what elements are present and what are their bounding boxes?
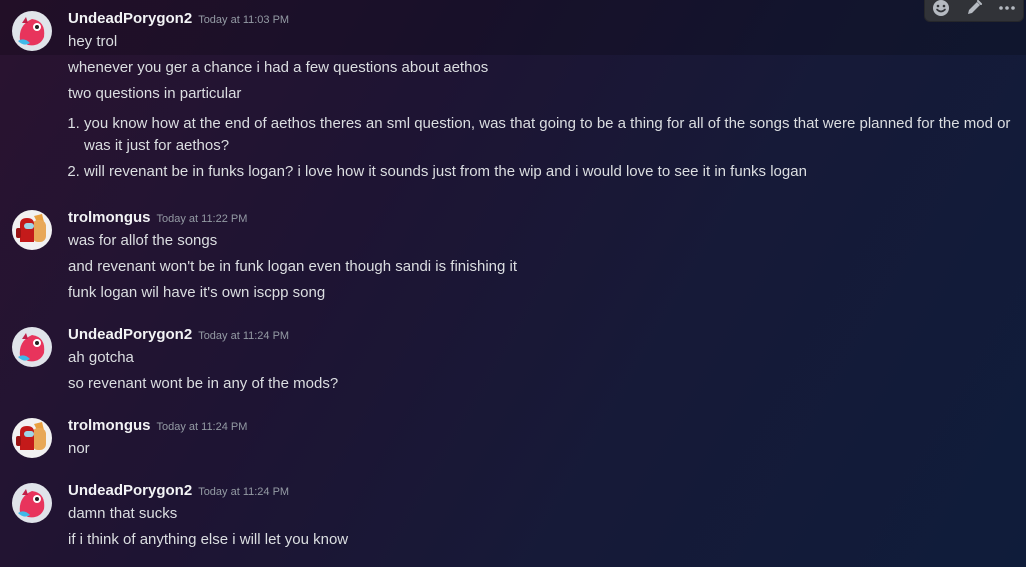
message-text: funk logan wil have it's own iscpp song xyxy=(68,284,326,301)
avatar[interactable] xyxy=(12,327,52,367)
message-actions-toolbar xyxy=(924,0,1024,22)
message-ordered-list: you know how at the end of aethos theres… xyxy=(68,113,1014,187)
username[interactable]: UndeadPorygon2 xyxy=(68,10,192,27)
timestamp[interactable]: Today at 11:22 PM xyxy=(157,213,248,225)
timestamp[interactable]: Today at 11:24 PM xyxy=(198,486,289,498)
message-text: was for allof the songs xyxy=(68,232,218,249)
timestamp[interactable]: Today at 11:24 PM xyxy=(157,421,248,433)
username[interactable]: UndeadPorygon2 xyxy=(68,482,192,499)
timestamp[interactable]: Today at 11:03 PM xyxy=(198,14,289,26)
message-header: UndeadPorygon2 Today at 11:24 PM xyxy=(68,482,289,500)
message-header: UndeadPorygon2 Today at 11:24 PM xyxy=(68,326,289,344)
message-header: trolmongus Today at 11:22 PM xyxy=(68,209,247,227)
more-icon[interactable] xyxy=(994,0,1020,21)
add-reaction-icon[interactable] xyxy=(928,0,954,21)
message-header: trolmongus Today at 11:24 PM xyxy=(68,417,247,435)
username[interactable]: trolmongus xyxy=(68,417,151,434)
message-text: ah gotcha xyxy=(68,349,134,366)
message-text: and revenant won't be in funk logan even… xyxy=(68,258,518,275)
avatar[interactable] xyxy=(12,483,52,523)
message-text: whenever you ger a chance i had a few qu… xyxy=(68,59,489,76)
message-text: two questions in particular xyxy=(68,85,242,102)
avatar[interactable] xyxy=(12,418,52,458)
avatar[interactable] xyxy=(12,11,52,51)
message-text: hey trol xyxy=(68,33,118,50)
edit-icon[interactable] xyxy=(961,0,987,21)
avatar[interactable] xyxy=(12,210,52,250)
message-text: so revenant wont be in any of the mods? xyxy=(68,375,339,392)
message-text: nor xyxy=(68,440,90,457)
username[interactable]: UndeadPorygon2 xyxy=(68,326,192,343)
list-item: will revenant be in funks logan? i love … xyxy=(84,161,1014,183)
username[interactable]: trolmongus xyxy=(68,209,151,226)
list-item: you know how at the end of aethos theres… xyxy=(84,113,1014,157)
timestamp[interactable]: Today at 11:24 PM xyxy=(198,330,289,342)
message-text: damn that sucks xyxy=(68,505,178,522)
message-text: if i think of anything else i will let y… xyxy=(68,531,349,548)
message-header: UndeadPorygon2 Today at 11:03 PM xyxy=(68,10,289,28)
